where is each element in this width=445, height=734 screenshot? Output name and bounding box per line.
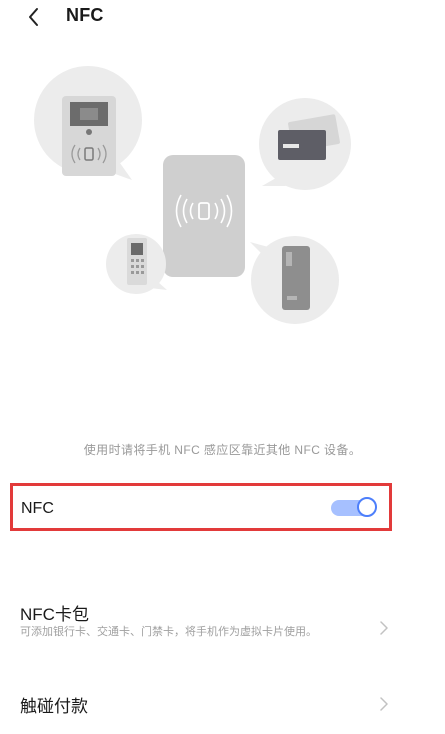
bank-card-icon bbox=[259, 98, 351, 190]
nfc-illustration bbox=[34, 66, 351, 324]
touch-pay-title: 触碰付款 bbox=[20, 697, 88, 716]
chevron-right-icon bbox=[380, 621, 388, 635]
nfc-wallet-item[interactable]: NFC卡包 可添加银行卡、交通卡、门禁卡，将手机作为虚拟卡片使用。 bbox=[0, 590, 445, 658]
page-title: NFC bbox=[66, 5, 104, 25]
chevron-left-icon[interactable] bbox=[22, 4, 46, 30]
nfc-toggle-switch[interactable] bbox=[331, 497, 377, 519]
nfc-wallet-description: 可添加银行卡、交通卡、门禁卡，将手机作为虚拟卡片使用。 bbox=[20, 626, 317, 638]
chevron-right-icon bbox=[380, 697, 388, 711]
card-reader-icon bbox=[106, 234, 167, 294]
nfc-hint-text: 使用时请将手机 NFC 感应区靠近其他 NFC 设备。 bbox=[83, 443, 362, 457]
header-bar: NFC bbox=[0, 0, 445, 36]
phone-nfc-icon bbox=[163, 155, 245, 277]
touch-pay-item[interactable]: 触碰付款 bbox=[0, 684, 445, 724]
toggle-knob bbox=[357, 497, 377, 517]
transit-card-icon bbox=[250, 236, 339, 324]
access-control-icon bbox=[34, 66, 142, 180]
nfc-toggle-label: NFC bbox=[21, 500, 54, 517]
nfc-toggle-row[interactable]: NFC bbox=[10, 483, 392, 531]
nfc-wallet-title: NFC卡包 bbox=[20, 605, 89, 624]
